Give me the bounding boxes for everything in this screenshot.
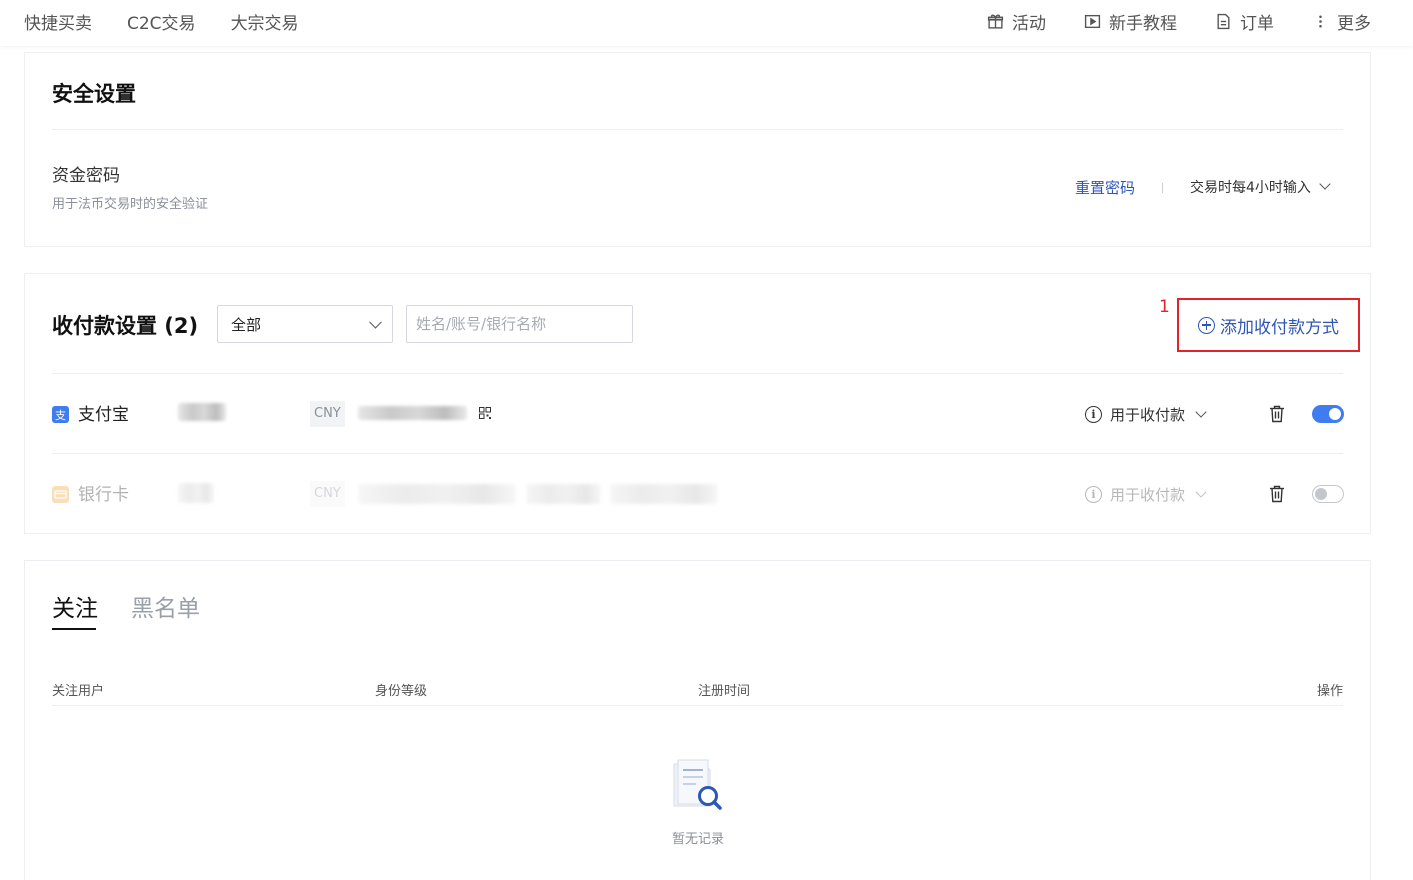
nav-activity[interactable]: 活动 [987, 9, 1046, 34]
masked-account-number [358, 484, 516, 504]
nav-tutorial[interactable]: 新手教程 [1084, 9, 1177, 34]
password-input-policy-label: 交易时每4小时输入 [1190, 180, 1311, 196]
payment-method-name: 银行卡 [78, 485, 129, 505]
chevron-down-icon [1319, 178, 1331, 190]
fund-password-desc: 用于法币交易时的安全验证 [52, 197, 209, 212]
add-payment-method-label: 添加收付款方式 [1220, 317, 1339, 338]
nav-left: 快捷买卖 C2C交易 大宗交易 [24, 0, 299, 42]
usage-label: 用于收付款 [1110, 406, 1186, 424]
masked-branch-name [610, 484, 718, 504]
nav-more-label: 更多 [1337, 13, 1371, 34]
nav-quick-trade[interactable]: 快捷买卖 [24, 9, 92, 34]
more-icon [1319, 14, 1322, 28]
tab-blacklist[interactable]: 黑名单 [131, 589, 200, 623]
security-title: 安全设置 [52, 82, 136, 106]
security-card: 安全设置 资金密码 用于法币交易时的安全验证 重置密码 交易时每4小时输入 [24, 52, 1371, 247]
payment-method-row-bankcard: 银行卡 CNY i 用于收付款 [25, 454, 1370, 534]
info-icon: i [1085, 486, 1102, 503]
qr-code-icon[interactable] [479, 407, 491, 419]
nav-orders-label: 订单 [1240, 13, 1274, 34]
masked-account-number [358, 406, 467, 420]
payment-card: 收付款设置 (2) 全部 1 添加收付款方式 支 支付宝 CNY i 用于收付款 [24, 273, 1371, 534]
add-payment-method-button[interactable]: 添加收付款方式 [1177, 298, 1360, 352]
tab-follow[interactable]: 关注 [52, 589, 98, 623]
fund-password-label: 资金密码 [52, 166, 120, 186]
svg-text:支: 支 [55, 409, 66, 422]
masked-account-name [178, 483, 214, 503]
payment-filter-value: 全部 [231, 315, 262, 334]
usage-dropdown[interactable]: i 用于收付款 [1085, 404, 1207, 425]
alipay-icon: 支 [52, 406, 69, 423]
payment-search-input[interactable] [406, 305, 633, 343]
payment-method-toggle[interactable] [1312, 405, 1344, 423]
nav-activity-label: 活动 [1012, 13, 1046, 34]
separator [1162, 183, 1163, 193]
document-icon [1217, 13, 1230, 29]
column-header-user: 关注用户 [52, 684, 105, 699]
add-circle-icon [1198, 316, 1215, 334]
currency-badge: CNY [310, 401, 345, 427]
column-header-level: 身份等级 [375, 684, 428, 699]
masked-bank-name [526, 484, 601, 504]
column-header-actions: 操作 [1316, 684, 1343, 699]
nav-more[interactable]: 更多 [1312, 9, 1371, 34]
table-header-divider [52, 705, 1343, 706]
payment-filter-select[interactable]: 全部 [217, 305, 393, 343]
bank-card-icon [52, 486, 69, 503]
chevron-down-icon [369, 315, 382, 329]
chevron-down-icon [1195, 485, 1207, 498]
chevron-down-icon [1195, 405, 1207, 418]
trash-icon[interactable] [1269, 405, 1285, 423]
payment-method-row-alipay: 支 支付宝 CNY i 用于收付款 [25, 374, 1370, 454]
password-input-policy-dropdown[interactable]: 交易时每4小时输入 [1190, 177, 1331, 197]
gift-icon [987, 14, 1004, 29]
info-icon: i [1085, 406, 1102, 423]
play-icon [1084, 14, 1101, 28]
column-header-register-time: 注册时间 [698, 684, 751, 699]
nav-block-trade[interactable]: 大宗交易 [231, 9, 299, 34]
nav-orders[interactable]: 订单 [1215, 9, 1274, 34]
currency-badge: CNY [310, 481, 345, 507]
reset-password-link[interactable]: 重置密码 [1075, 177, 1135, 198]
nav-c2c-trade[interactable]: C2C交易 [127, 9, 196, 34]
annotation-number: 1 [1159, 297, 1170, 317]
empty-search-icon [673, 759, 722, 810]
usage-dropdown[interactable]: i 用于收付款 [1085, 484, 1207, 505]
toggle-knob [1329, 408, 1341, 420]
nav-tutorial-label: 新手教程 [1109, 13, 1177, 34]
top-navigation: 快捷买卖 C2C交易 大宗交易 活动 新手教程 订单 更多 [0, 0, 1413, 46]
masked-account-name [178, 403, 226, 421]
payment-method-toggle[interactable] [1312, 485, 1344, 503]
payment-method-name: 支付宝 [78, 405, 129, 425]
empty-state-text: 暂无记录 [672, 832, 725, 847]
usage-label: 用于收付款 [1110, 486, 1186, 504]
divider [52, 129, 1343, 130]
nav-right: 活动 新手教程 订单 更多 [987, 0, 1371, 42]
active-tab-indicator [52, 628, 96, 630]
follow-card: 关注 黑名单 关注用户 身份等级 注册时间 操作 暂无记录 [24, 560, 1371, 880]
payment-title: 收付款设置 (2) [52, 314, 199, 338]
trash-icon[interactable] [1269, 485, 1285, 503]
toggle-knob [1315, 488, 1327, 500]
